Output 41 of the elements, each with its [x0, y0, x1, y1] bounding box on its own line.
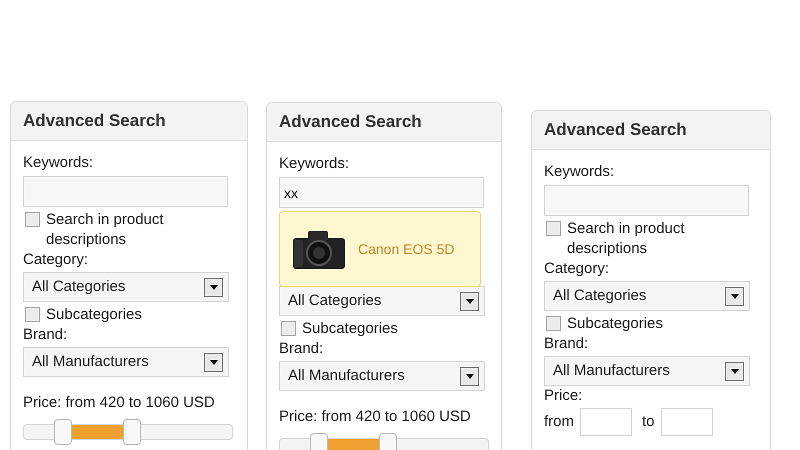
field-label: Brand: [544, 334, 590, 354]
field-label: Category: [23, 250, 90, 270]
dropdown[interactable]: All Categories [544, 281, 750, 311]
checkbox-label: Search in product descriptions [46, 210, 165, 250]
dropdown[interactable]: All Manufacturers [23, 347, 229, 377]
price-from-field[interactable] [580, 408, 632, 436]
keywords-field[interactable] [544, 185, 749, 216]
checkbox-label: Subcategories [302, 319, 398, 339]
field-label: Keywords: [279, 154, 350, 174]
checkbox[interactable] [25, 212, 40, 227]
dropdown[interactable]: All Manufacturers [279, 361, 485, 391]
field-label: to [642, 412, 655, 432]
keywords-field[interactable]: xx [279, 177, 484, 208]
checkbox-label: Subcategories [567, 314, 663, 334]
checkbox-label: Subcategories [46, 305, 142, 325]
checkbox[interactable] [281, 321, 296, 336]
checkbox[interactable] [546, 316, 561, 331]
panel-title: Advanced Search [267, 103, 501, 142]
field-label: Category: [544, 259, 610, 279]
dropdown[interactable]: All Categories [23, 272, 229, 302]
slider-handle[interactable] [123, 419, 142, 445]
field-label: from [544, 412, 574, 432]
price-slider[interactable] [23, 419, 233, 445]
panel-title: Advanced Search [532, 111, 770, 150]
field-label: Brand: [23, 325, 68, 345]
dropdown[interactable]: All Manufacturers [544, 356, 750, 386]
price-label: Price: from 420 to 1060 USD [279, 407, 472, 427]
panel-title: Advanced Search [11, 102, 247, 141]
camera-drawing [292, 228, 346, 270]
checkbox[interactable] [546, 221, 561, 236]
checkbox-label: Search in product descriptions [567, 219, 686, 259]
checkbox[interactable] [25, 307, 40, 322]
price-label: Price: from 420 to 1060 USD [23, 393, 216, 413]
field-label: Price: [544, 386, 584, 406]
dropdown[interactable]: All Categories [279, 286, 485, 316]
price-to-field[interactable] [660, 408, 713, 436]
field-label: Brand: [279, 339, 324, 359]
keywords-field[interactable] [23, 176, 228, 207]
slider-handle[interactable] [54, 419, 72, 445]
field-label: Keywords: [544, 162, 616, 182]
field-label: Keywords: [23, 153, 94, 173]
